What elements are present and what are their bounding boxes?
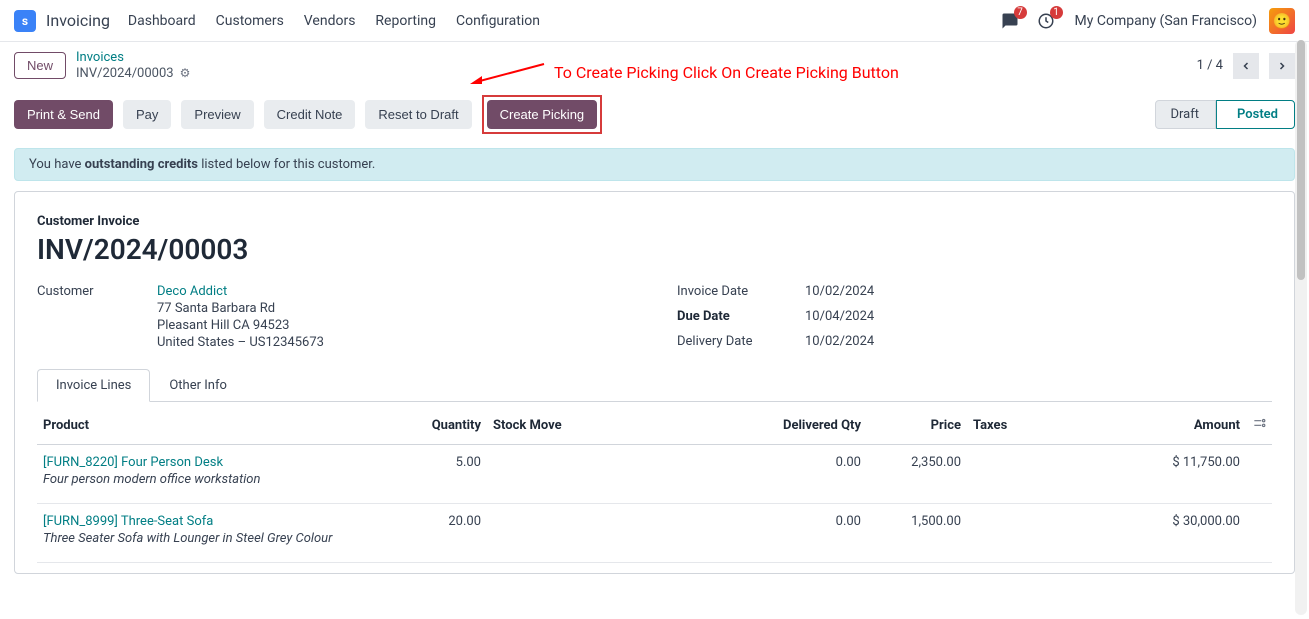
product-link[interactable]: [FURN_8220] Four Person Desk <box>43 455 391 470</box>
invoice-lines-table: Product Quantity Stock Move Delivered Qt… <box>37 406 1272 563</box>
scrollbar[interactable] <box>1295 40 1307 615</box>
tabs: Invoice Lines Other Info <box>37 368 1272 402</box>
action-bar: Print & Send Pay Preview Credit Note Res… <box>0 87 1309 148</box>
nav-configuration[interactable]: Configuration <box>456 13 540 29</box>
pager-next-button[interactable] <box>1269 53 1295 79</box>
cell-taxes <box>967 504 1087 563</box>
status-posted[interactable]: Posted <box>1216 100 1295 129</box>
activities-badge: 1 <box>1050 6 1063 19</box>
column-options-icon[interactable] <box>1246 406 1272 445</box>
cell-stock-move <box>487 445 747 504</box>
reset-draft-button[interactable]: Reset to Draft <box>365 100 471 129</box>
breadcrumb-current: INV/2024/00003 ⚙ <box>76 66 190 82</box>
nav-customers[interactable]: Customers <box>216 13 284 29</box>
breadcrumb-parent[interactable]: Invoices <box>76 50 190 66</box>
col-delivered-qty: Delivered Qty <box>747 406 867 445</box>
col-quantity: Quantity <box>397 406 487 445</box>
company-switcher[interactable]: My Company (San Francisco) <box>1075 13 1257 29</box>
user-avatar[interactable]: 🙂 <box>1269 8 1295 34</box>
activities-icon[interactable]: 1 <box>1033 8 1059 34</box>
messages-icon[interactable]: 7 <box>997 8 1023 34</box>
invoice-date-label: Invoice Date <box>677 284 777 299</box>
tab-invoice-lines[interactable]: Invoice Lines <box>37 369 150 402</box>
cell-taxes <box>967 445 1087 504</box>
cell-delivered: 0.00 <box>747 504 867 563</box>
gear-icon[interactable]: ⚙ <box>180 66 191 80</box>
invoice-name: INV/2024/00003 <box>37 233 1272 266</box>
sheet-heading: Customer Invoice <box>37 214 1272 229</box>
pager-text: 1 / 4 <box>1197 58 1223 73</box>
create-picking-button[interactable]: Create Picking <box>487 100 598 129</box>
product-desc: Three Seater Sofa with Lounger in Steel … <box>43 529 391 554</box>
nav-reporting[interactable]: Reporting <box>375 13 436 29</box>
banner-bold: outstanding credits <box>85 157 198 172</box>
due-date-label: Due Date <box>677 309 777 324</box>
cell-price: 2,350.00 <box>867 445 967 504</box>
status-draft[interactable]: Draft <box>1155 100 1216 129</box>
delivery-date-value: 10/02/2024 <box>805 334 874 349</box>
banner-suffix: listed below for this customer. <box>198 157 375 172</box>
table-row[interactable]: [FURN_8220] Four Person Desk Four person… <box>37 445 1272 504</box>
scrollbar-thumb[interactable] <box>1297 40 1305 280</box>
form-sheet: Customer Invoice INV/2024/00003 Customer… <box>14 191 1295 574</box>
app-icon[interactable]: s <box>14 10 36 32</box>
breadcrumb-row: New Invoices INV/2024/00003 ⚙ 1 / 4 <box>0 42 1309 87</box>
credit-note-button[interactable]: Credit Note <box>264 100 356 129</box>
banner-prefix: You have <box>29 157 85 172</box>
app-title: Invoicing <box>46 11 110 30</box>
col-amount: Amount <box>1087 406 1246 445</box>
cell-amount: $ 30,000.00 <box>1087 504 1246 563</box>
tab-other-info[interactable]: Other Info <box>150 369 246 402</box>
col-product: Product <box>37 406 397 445</box>
pager-prev-button[interactable] <box>1233 53 1259 79</box>
customer-addr1: 77 Santa Barbara Rd <box>157 301 324 316</box>
preview-button[interactable]: Preview <box>181 100 253 129</box>
pay-button[interactable]: Pay <box>123 100 171 129</box>
print-send-button[interactable]: Print & Send <box>14 100 113 129</box>
status-widget: Draft Posted <box>1155 100 1295 129</box>
customer-addr2: Pleasant Hill CA 94523 <box>157 318 324 333</box>
col-price: Price <box>867 406 967 445</box>
customer-link[interactable]: Deco Addict <box>157 284 324 299</box>
nav-dashboard[interactable]: Dashboard <box>128 13 196 29</box>
col-stock-move: Stock Move <box>487 406 747 445</box>
messages-badge: 7 <box>1014 6 1027 19</box>
create-picking-highlight: Create Picking <box>482 95 603 134</box>
product-link[interactable]: [FURN_8999] Three-Seat Sofa <box>43 514 391 529</box>
cell-delivered: 0.00 <box>747 445 867 504</box>
cell-stock-move <box>487 504 747 563</box>
delivery-date-label: Delivery Date <box>677 334 777 349</box>
breadcrumb-current-text: INV/2024/00003 <box>76 66 174 82</box>
due-date-value: 10/04/2024 <box>805 309 874 324</box>
cell-price: 1,500.00 <box>867 504 967 563</box>
table-row[interactable]: [FURN_8999] Three-Seat Sofa Three Seater… <box>37 504 1272 563</box>
invoice-date-value: 10/02/2024 <box>805 284 874 299</box>
customer-addr3: United States – US12345673 <box>157 335 324 350</box>
col-taxes: Taxes <box>967 406 1087 445</box>
cell-amount: $ 11,750.00 <box>1087 445 1246 504</box>
product-desc: Four person modern office workstation <box>43 470 391 495</box>
outstanding-credits-banner: You have outstanding credits listed belo… <box>14 148 1295 181</box>
nav-vendors[interactable]: Vendors <box>304 13 356 29</box>
cell-qty: 5.00 <box>397 445 487 504</box>
pager: 1 / 4 <box>1197 53 1295 79</box>
customer-label: Customer <box>37 284 137 299</box>
cell-qty: 20.00 <box>397 504 487 563</box>
new-button[interactable]: New <box>14 52 66 79</box>
top-nav: s Invoicing Dashboard Customers Vendors … <box>0 0 1309 42</box>
